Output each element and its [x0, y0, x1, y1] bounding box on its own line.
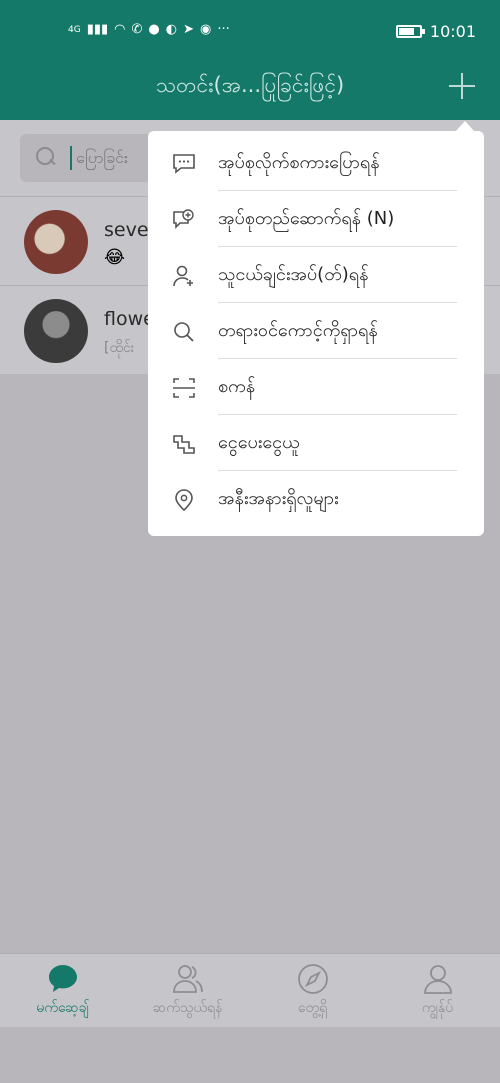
chat-name: seve	[104, 219, 149, 241]
plus-icon[interactable]	[444, 68, 480, 104]
text-caret	[70, 146, 72, 170]
add-group-icon	[173, 209, 194, 229]
clock: 10:01	[429, 22, 476, 41]
app-icon: ◐	[165, 22, 178, 37]
search-placeholder: ပြောခြင်း	[76, 148, 129, 167]
nav-tab-me[interactable]: ကျွန်ုပ်	[375, 954, 500, 1027]
more-icon: ···	[217, 22, 230, 37]
avatar	[24, 299, 88, 363]
nav-label: တွေ့ရှိ	[297, 1000, 328, 1016]
contacts-icon	[172, 965, 203, 993]
page-title: သတင်း(အ...ပြုခြင်းဖြင့်)	[155, 73, 345, 97]
menu-item-label: စကန်	[218, 376, 256, 397]
battery-icon	[395, 25, 425, 38]
nav-label: ကျွန်ုပ်	[421, 1000, 454, 1016]
chat-bubble-icon	[173, 154, 195, 174]
menu-item-group-chat[interactable]: အုပ်စုလိုက်စကားပြောရန်	[148, 135, 484, 191]
status-right: 10:01	[395, 22, 476, 41]
signal-icon: ▮▮▮	[86, 22, 109, 37]
location-icon	[175, 489, 193, 511]
compass-icon	[297, 964, 328, 994]
status-icons: 4G ▮▮▮ ◠ ✆ ● ◐ ➤ ◉ ···	[68, 22, 230, 37]
menu-item-add-friend[interactable]: သူငယ်ချင်းအပ်(တ်)ရန်	[148, 247, 484, 303]
app-bar: သတင်း(အ...ပြုခြင်းဖြင့်)	[0, 60, 500, 120]
profile-icon	[423, 965, 452, 994]
menu-item-scan[interactable]: စကန်	[148, 359, 484, 415]
menu-item-label: ငွေပေးငွေယူ	[218, 432, 300, 453]
avatar	[24, 210, 88, 274]
search-icon	[36, 147, 56, 167]
message-icon: ●	[148, 22, 160, 37]
phone-icon: ✆	[131, 22, 143, 37]
menu-item-label: တရားဝင်ကောင့်ကိုရှာရန်	[218, 320, 378, 341]
nav-tab-discover[interactable]: တွေ့ရှိ	[250, 954, 375, 1027]
wifi-icon: ◠	[114, 22, 126, 37]
nav-label: မက်ဆေ့ချ်	[36, 1000, 89, 1016]
chat-preview: [ထိုင်း	[104, 340, 135, 356]
status-bar: 4G ▮▮▮ ◠ ✆ ● ◐ ➤ ◉ ··· 10:01	[0, 0, 500, 60]
menu-item-label: အနီးအနားရှိလူများ	[218, 488, 339, 509]
nav-tab-messages[interactable]: မက်ဆေ့ချ်	[0, 954, 125, 1027]
menu-item-search-official[interactable]: တရားဝင်ကောင့်ကိုရှာရန်	[148, 303, 484, 359]
menu-item-nearby[interactable]: အနီးအနားရှိလူများ	[148, 471, 484, 527]
add-friend-icon	[173, 265, 193, 287]
menu-item-label: အုပ်စုတည်ဆောက်ရန် (N)	[218, 208, 395, 229]
signal-label: 4G	[68, 24, 81, 35]
nav-label: ဆက်သွယ်ရန်	[152, 1000, 223, 1016]
messenger-icon: ◉	[200, 22, 212, 37]
menu-item-payment[interactable]: ငွေပေးငွေယူ	[148, 415, 484, 471]
bottom-nav: မက်ဆေ့ချ် ဆက်သွယ်ရန် တွေ့ရှိ ကျွန်ုပ်	[0, 953, 500, 1027]
add-menu: အုပ်စုလိုက်စကားပြောရန် အုပ်စုတည်ဆောက်ရန်…	[148, 131, 484, 536]
payment-icon	[173, 435, 195, 454]
menu-item-label: အုပ်စုလိုက်စကားပြောရန်	[218, 152, 380, 173]
menu-pointer	[456, 121, 474, 131]
menu-item-label: သူငယ်ချင်းအပ်(တ်)ရန်	[218, 264, 369, 285]
menu-item-create-group[interactable]: အုပ်စုတည်ဆောက်ရန် (N)	[148, 191, 484, 247]
system-nav-bar	[0, 1027, 500, 1083]
search-icon	[174, 322, 194, 342]
nav-tab-contacts[interactable]: ဆက်သွယ်ရန်	[125, 954, 250, 1027]
chat-preview-emoji: 😂	[104, 247, 126, 268]
chat-icon	[48, 965, 77, 992]
scan-icon	[173, 378, 195, 398]
media-icon: ➤	[183, 22, 195, 37]
